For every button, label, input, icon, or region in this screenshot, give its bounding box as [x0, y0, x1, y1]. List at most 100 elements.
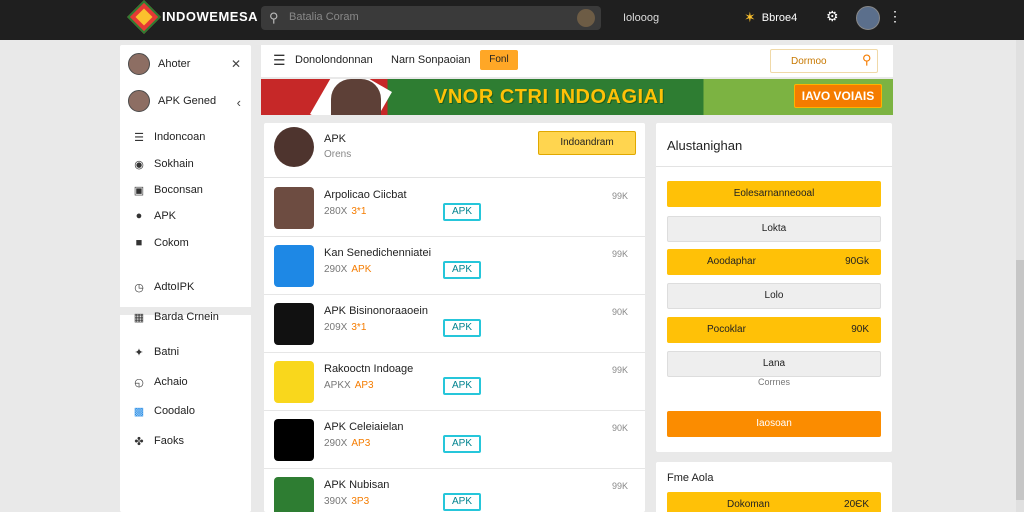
- sidebar-item-label: Faoks: [154, 435, 184, 447]
- sidebar-item-label: Achaio: [154, 376, 188, 388]
- secondary-panel: Fme Aola Dokoman 20ЄK: [656, 462, 892, 512]
- search-avatar[interactable]: [577, 9, 595, 27]
- top-bar: INDOWEMESA ⚲ Batalia Coram Iolooog ✶ Bbr…: [0, 0, 1024, 40]
- menu-icon[interactable]: ☰: [273, 52, 286, 69]
- panel-option-button[interactable]: Pocoklar 90K: [667, 317, 881, 343]
- panel-option-button[interactable]: Lana: [667, 351, 881, 377]
- app-title: Kan Senedichenniatei: [324, 247, 432, 259]
- chevron-left-icon[interactable]: ‹: [237, 95, 241, 110]
- apk-badge[interactable]: APK: [443, 377, 481, 395]
- apk-badge[interactable]: APK: [443, 319, 481, 337]
- sidebar-item-label: Coodalo: [154, 405, 195, 417]
- app-title: Arpolicao Ciicbat: [324, 189, 407, 201]
- tag-icon: ●: [135, 210, 143, 222]
- sidebar-item-label: Sokhain: [154, 158, 194, 170]
- panel-option-button[interactable]: Lolo: [667, 283, 881, 309]
- panel-option-button[interactable]: Aoodaphar 90Gk: [667, 249, 881, 275]
- banner-button[interactable]: IAVO VOIAIS: [794, 84, 882, 108]
- panel-cta-button[interactable]: Iaosoan: [667, 411, 881, 437]
- app-icon: [274, 477, 314, 512]
- app-icon: [274, 361, 314, 403]
- sidebar-item-coodalo[interactable]: ▩ Coodalo: [132, 400, 195, 422]
- clock-icon: ◷: [134, 281, 144, 294]
- app-title: APK Celeiaielan: [324, 421, 404, 433]
- more-vertical-icon[interactable]: ⋮: [888, 8, 902, 25]
- apk-badge[interactable]: APK: [443, 261, 481, 279]
- apk-badge[interactable]: APK: [443, 203, 481, 221]
- key-icon[interactable]: ⚲: [862, 52, 872, 68]
- doc-icon: ▩: [133, 405, 145, 418]
- sidebar-user-name: Ahoter: [158, 58, 191, 70]
- sidebar-item-faoks[interactable]: ✤ Faoks: [132, 430, 184, 452]
- user-avatar-small: [128, 53, 150, 75]
- list-header-subtitle: Orens: [324, 149, 352, 160]
- sidebar-item-boconsan[interactable]: ▣ Boconsan: [132, 179, 203, 201]
- brand-logo[interactable]: [127, 0, 161, 34]
- app-title: APK Nubisan: [324, 479, 390, 491]
- app-meta: 209X 3*1: [324, 322, 367, 333]
- apk-badge[interactable]: APK: [443, 493, 481, 511]
- search-input[interactable]: Batalia Coram: [289, 11, 359, 23]
- sidebar-item-achaio[interactable]: ◵ Achaio: [132, 371, 188, 393]
- grid-icon: ▦: [133, 311, 145, 324]
- share-icon: ✤: [134, 435, 144, 448]
- list-item[interactable]: APK Bisinonoraaoein 209X 3*1 APK 90K: [264, 295, 645, 353]
- banner-title: VNOR CTRI INDOAGIAI: [434, 86, 665, 108]
- sidebar-item-barda[interactable]: ▦ Barda Crnein: [132, 306, 219, 328]
- list-header-title: APK: [324, 133, 347, 145]
- app-icon: [274, 419, 314, 461]
- app-meta: 280X 3*1: [324, 206, 367, 217]
- sidebar-item-label: AdtoIPK: [154, 281, 195, 293]
- settings-icon[interactable]: ⚙: [826, 8, 839, 25]
- section-avatar: [128, 90, 150, 112]
- main-toolbar: ☰ Donolondonnan Narn Sonpaoian Fonl Dorm…: [261, 45, 893, 77]
- toolbar-link-2[interactable]: Narn Sonpaoian: [391, 54, 471, 66]
- list-header: APK Orens Indoandram: [264, 123, 645, 178]
- sidebar-item-label: APK: [154, 210, 177, 222]
- list-item[interactable]: APK Nubisan 390X 3P3 APK 99K: [264, 469, 645, 512]
- sidebar-item-adtoipk[interactable]: ◷ AdtoIPK: [132, 276, 194, 298]
- list-item[interactable]: Rakooctn Indoage APKX AP3 APK 99K: [264, 353, 645, 411]
- panel-option-button[interactable]: Lokta: [667, 216, 881, 242]
- app-icon: [274, 187, 314, 229]
- app-size: 90K: [612, 307, 629, 317]
- close-icon[interactable]: ✕: [231, 57, 241, 71]
- secondary-panel-button[interactable]: Dokoman 20ЄK: [667, 492, 881, 512]
- sidebar-item-sokhain[interactable]: ◉ Sokhain: [132, 153, 194, 175]
- sidebar-item-label: Batni: [154, 346, 180, 358]
- apk-badge[interactable]: APK: [443, 435, 481, 453]
- folder-icon: ▣: [133, 184, 145, 197]
- panel-title: Alustanighan: [667, 138, 743, 153]
- panel-option-button[interactable]: Eolesarnanneooal: [667, 181, 881, 207]
- square-icon: ■: [135, 237, 143, 249]
- list-header-button[interactable]: Indoandram: [538, 131, 636, 155]
- list-item[interactable]: Arpolicao Ciicbat 280X 3*1 APK 99K: [264, 179, 645, 237]
- app-list: APK Orens Indoandram Arpolicao Ciicbat 2…: [264, 123, 645, 512]
- app-size: 99K: [612, 481, 629, 491]
- circle-icon: ◉: [134, 158, 144, 171]
- list-item[interactable]: Kan Senedichenniatei 290X APK APK 99K: [264, 237, 645, 295]
- user-avatar[interactable]: [856, 6, 880, 30]
- top-nav-link[interactable]: Iolooog: [623, 12, 659, 24]
- toolbar-link-1[interactable]: Donolondonnan: [295, 54, 373, 66]
- list-item[interactable]: APK Celeiaielan 290X AP3 APK 90K: [264, 411, 645, 469]
- promo-banner[interactable]: VNOR CTRI INDOAGIAI IAVO VOIAIS: [261, 79, 893, 115]
- app-title: Rakooctn Indoage: [324, 363, 414, 375]
- sidebar-item-label: Cokom: [154, 237, 189, 249]
- scrollbar-thumb[interactable]: [1016, 260, 1024, 500]
- app-size: 90K: [612, 423, 629, 433]
- sidebar-item-label: Boconsan: [154, 184, 203, 196]
- pin-icon: ✦: [134, 346, 144, 359]
- banner-person-image: [331, 79, 381, 115]
- sidebar-item-apk[interactable]: ● APK: [132, 205, 176, 227]
- sidebar-item-cokom[interactable]: ■ Cokom: [132, 232, 189, 254]
- search-bar[interactable]: ⚲ Batalia Coram: [261, 6, 601, 30]
- sidebar-item-indoncoan[interactable]: ☰ Indoncoan: [132, 126, 205, 148]
- brand-name[interactable]: INDOWEMESA: [162, 9, 258, 24]
- sidebar-section-header[interactable]: APK Gened: [128, 90, 216, 112]
- sidebar-item-batni[interactable]: ✦ Batni: [132, 341, 179, 363]
- top-right-group[interactable]: ✶ Bbroe4: [744, 9, 797, 26]
- app-size: 99K: [612, 191, 629, 201]
- font-button[interactable]: Fonl: [480, 50, 518, 70]
- sidebar-user[interactable]: Ahoter: [128, 53, 190, 75]
